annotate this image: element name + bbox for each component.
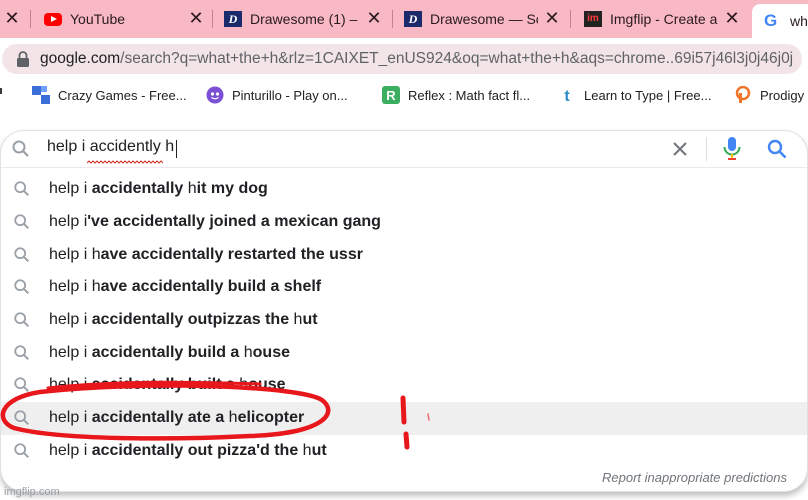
google-icon: G	[764, 11, 778, 30]
spellcheck-underline	[87, 160, 163, 164]
search-bar-divider	[706, 137, 707, 161]
tab-separator	[212, 10, 213, 28]
search-input[interactable]	[47, 138, 567, 156]
drawesome-icon: D	[404, 11, 422, 27]
suggestion-text: help i accidentally build a house	[49, 343, 290, 361]
url-host: google.com	[40, 50, 121, 67]
suggestion-item[interactable]: help i accidentally build a house	[1, 336, 807, 369]
bookmark-overflow[interactable]	[0, 88, 2, 94]
suggestion-text: help i have accidentally restarted the u…	[49, 245, 363, 263]
tab-close-button[interactable]: ✕	[722, 6, 742, 30]
suggestion-text: help i've accidentally joined a mexican …	[49, 213, 381, 231]
tab-drawesome-1[interactable]: D Drawesome (1) –	[224, 4, 360, 34]
tab-google-search[interactable]: G wh	[752, 4, 808, 38]
youtube-icon	[44, 12, 62, 26]
tab-imgflip[interactable]: im Imgflip - Create a	[584, 4, 718, 34]
microphone-icon[interactable]	[721, 136, 743, 162]
bookmarks-bar: Crazy Games - Free... Pinturillo - Play …	[0, 80, 808, 112]
search-icon	[14, 345, 30, 360]
suggestion-item[interactable]: help i accidentally outpizzas the hut	[1, 304, 807, 337]
typing-icon: t	[564, 88, 570, 104]
tab-youtube[interactable]: YouTube	[44, 4, 194, 34]
suggestion-item[interactable]: help i have accidentally build a shelf	[1, 271, 807, 304]
suggestion-item[interactable]: help i accidentally out pizza'd the hut	[1, 435, 807, 468]
crazy-games-icon	[32, 86, 50, 104]
lock-icon	[17, 51, 29, 67]
tab-close-button[interactable]: ✕	[364, 6, 384, 30]
tab-title: YouTube	[70, 11, 126, 27]
search-icon	[14, 377, 30, 393]
search-icon	[14, 312, 30, 328]
tab-close-button[interactable]: ✕	[2, 6, 22, 30]
suggestion-text: help i accidentally out pizza'd the hut	[49, 441, 327, 459]
page-content: help i accidentally hit my dog help i've…	[0, 112, 808, 500]
report-predictions-link[interactable]: Report inappropriate predictions	[602, 470, 787, 485]
address-bar[interactable]: google.com/search?q=what+the+h&rlz=1CAIX…	[2, 44, 802, 74]
suggestion-item[interactable]: help i accidentally hit my dog	[1, 173, 807, 206]
bookmark-label: Pinturillo - Play on...	[232, 87, 348, 103]
drawesome-icon: D	[224, 11, 242, 27]
search-icon	[14, 443, 30, 458]
search-submit-icon[interactable]	[766, 138, 788, 160]
url-text: google.com/search?q=what+the+h&rlz=1CAIX…	[40, 50, 793, 68]
suggestion-item-highlighted[interactable]: help i accidentally ate a helicopter	[1, 401, 807, 435]
bookmark-reflex[interactable]: R Reflex : Math fact fl...	[382, 86, 530, 104]
tab-separator	[392, 10, 393, 28]
search-icon	[14, 181, 30, 197]
bookmark-pinturillo[interactable]: Pinturillo - Play on...	[206, 86, 348, 104]
imgflip-icon: im	[584, 11, 602, 27]
tab-separator	[30, 10, 31, 28]
search-icon	[14, 410, 30, 426]
suggestion-item[interactable]: help i have accidentally restarted the u…	[1, 238, 807, 271]
suggestion-text: help i accidentally built a house	[49, 376, 286, 394]
bookmark-crazy-games[interactable]: Crazy Games - Free...	[32, 86, 187, 104]
suggestion-item[interactable]: help i accidentally built a house	[1, 369, 807, 402]
search-icon	[12, 140, 29, 157]
search-icon	[14, 214, 30, 230]
tab-title: wh	[790, 13, 808, 29]
svg-text:t: t	[564, 88, 570, 104]
suggestion-text: help i have accidentally build a shelf	[49, 278, 322, 296]
bookmark-typing[interactable]: t Learn to Type | Free...	[558, 86, 712, 105]
suggestion-text: help i accidentally ate a helicopter	[49, 409, 305, 427]
tab-close-button[interactable]: ✕	[186, 6, 206, 30]
search-suggestions-box: help i accidentally hit my dog help i've…	[0, 130, 808, 492]
suggestion-text: help i accidentally outpizzas the hut	[49, 311, 318, 329]
text-cursor	[176, 140, 177, 158]
bookmark-label: Reflex : Math fact fl...	[408, 87, 531, 103]
reflex-icon: R	[382, 86, 400, 104]
tab-title: Imgflip - Create a	[610, 11, 718, 27]
search-icon	[14, 247, 30, 262]
bookmark-label: Crazy Games - Free...	[58, 87, 187, 103]
url-path: /search?q=what+the+h&rlz=1CAIXET_enUS924…	[120, 50, 794, 67]
search-divider	[1, 167, 807, 168]
pinturillo-icon	[206, 86, 224, 104]
suggestion-item[interactable]: help i've accidentally joined a mexican …	[1, 206, 807, 239]
search-icon	[14, 279, 30, 295]
search-bar	[1, 131, 807, 167]
bookmark-label: Learn to Type | Free...	[584, 87, 712, 103]
tab-close-button[interactable]: ✕	[542, 6, 562, 30]
browser-toolbar: google.com/search?q=what+the+h&rlz=1CAIX…	[0, 38, 808, 80]
bookmark-label: Prodigy	[760, 87, 805, 103]
tab-drawesome-2[interactable]: D Drawesome — Sc	[404, 4, 538, 34]
clear-search-icon[interactable]	[669, 138, 691, 160]
svg-text:R: R	[386, 88, 396, 103]
folder-icon	[0, 88, 2, 94]
tab-separator	[570, 10, 571, 28]
tab-strip: ✕ YouTube ✕ D Drawesome (1) – ✕ D Drawes…	[0, 0, 808, 38]
bookmark-prodigy[interactable]: Prodigy	[734, 86, 804, 104]
tab-title: Drawesome (1) –	[250, 11, 358, 27]
suggestion-text: help i accidentally hit my dog	[49, 180, 268, 198]
prodigy-icon	[735, 86, 751, 103]
suggestion-list: help i accidentally hit my dog help i've…	[1, 173, 807, 467]
tab-title: Drawesome — Sc	[430, 11, 538, 27]
imgflip-watermark: imgflip.com	[4, 486, 60, 498]
